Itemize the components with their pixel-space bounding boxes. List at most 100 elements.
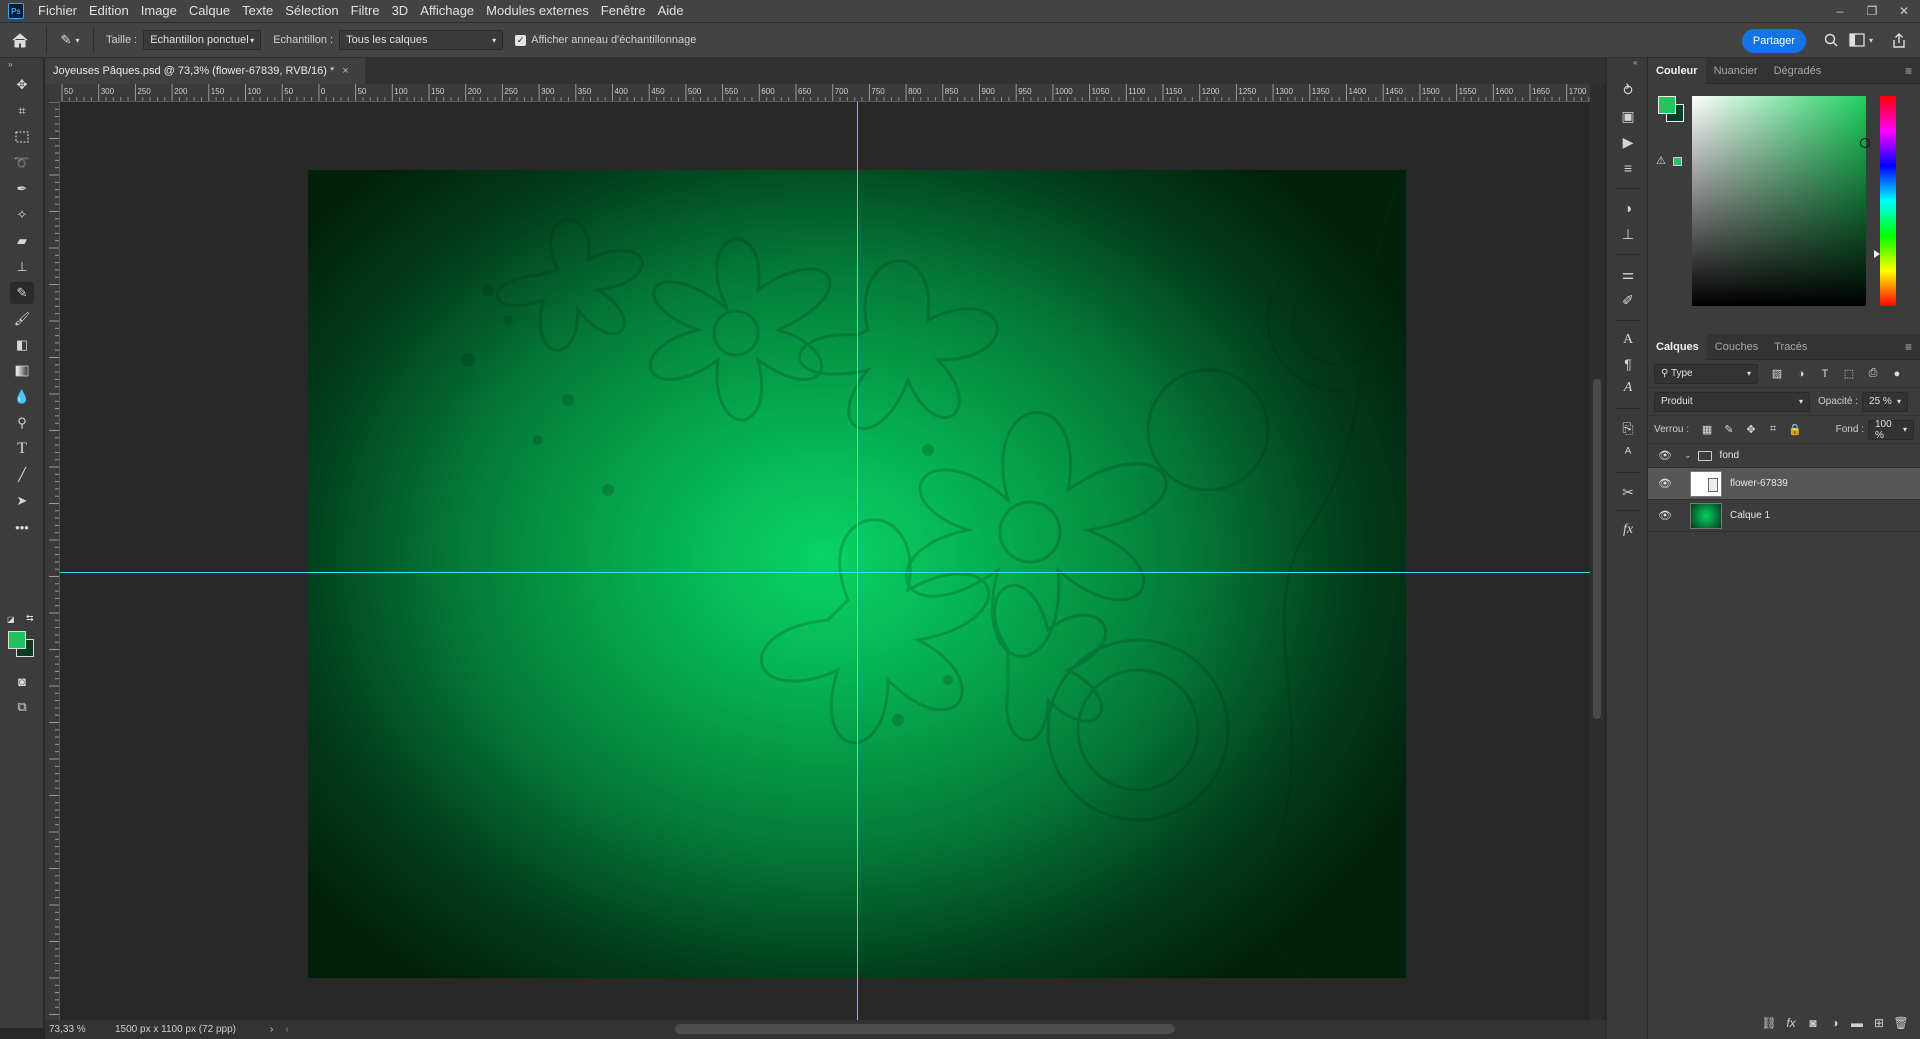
menu-filtre[interactable]: Filtre — [345, 0, 386, 22]
actions-play-icon[interactable]: ▶ — [1618, 132, 1638, 152]
clone-source-icon[interactable]: ⎘ — [1618, 418, 1638, 438]
link-layers-icon[interactable]: ⛓ — [1758, 1016, 1780, 1030]
brush-tool-icon[interactable]: 🖌 — [10, 308, 34, 330]
tab-calques[interactable]: Calques — [1648, 333, 1707, 360]
lock-transparency-icon[interactable]: ▦ — [1699, 422, 1715, 438]
paragraph-icon[interactable]: ¶ — [1618, 354, 1638, 374]
hue-slider-marker[interactable] — [1874, 250, 1880, 258]
sampling-ring-checkbox[interactable]: ✓ — [515, 34, 527, 46]
scroll-left-icon[interactable]: ‹ — [285, 1024, 288, 1035]
filter-toggle-icon[interactable]: ● — [1888, 365, 1906, 383]
filter-pixel-icon[interactable]: ▨ — [1768, 365, 1786, 383]
document-tab[interactable]: Joyeuses Pâques.psd @ 73,3% (flower-6783… — [45, 58, 365, 84]
fill-input[interactable]: 100 % ▾ — [1868, 419, 1914, 441]
minimize-icon[interactable]: – — [1824, 0, 1856, 22]
search-icon[interactable] — [1822, 31, 1840, 49]
color-picker-cursor[interactable] — [1860, 138, 1870, 148]
ruler-corner[interactable] — [45, 84, 60, 102]
blur-tool-icon[interactable]: 💧 — [10, 386, 34, 408]
zoom-level[interactable]: 73,33 % — [45, 1024, 105, 1035]
vertical-guide[interactable] — [857, 102, 858, 1020]
gamut-swatch[interactable] — [1673, 157, 1682, 166]
move-tool-icon[interactable]: ✥ — [10, 74, 34, 96]
menu-image[interactable]: Image — [135, 0, 183, 22]
horizontal-scrollbar-thumb[interactable] — [675, 1024, 1175, 1034]
tab-couleur[interactable]: Couleur — [1648, 57, 1706, 84]
character-styles-icon[interactable]: ᴬ — [1618, 442, 1638, 462]
hue-slider[interactable] — [1880, 96, 1896, 306]
color-picker-field[interactable] — [1692, 96, 1866, 306]
adjustments-icon[interactable]: ◑ — [1618, 198, 1638, 218]
eye-icon[interactable]: 👁 — [1654, 449, 1676, 462]
layer-flower-67839[interactable]: 👁 flower-67839 — [1648, 468, 1920, 500]
menu-fenetre[interactable]: Fenêtre — [595, 0, 652, 22]
eye-icon[interactable]: 👁 — [1654, 477, 1676, 490]
character-icon[interactable]: A — [1618, 330, 1638, 350]
filter-adjustment-icon[interactable]: ◑ — [1792, 365, 1810, 383]
lock-pixels-icon[interactable]: ✎ — [1721, 422, 1737, 438]
swap-colors-icon[interactable]: ⇆ — [26, 613, 34, 624]
menu-calque[interactable]: Calque — [183, 0, 236, 22]
foreground-color-swatch[interactable] — [8, 631, 26, 649]
eraser-tool-icon[interactable]: ◧ — [10, 334, 34, 356]
dodge-tool-icon[interactable]: ⚲ — [10, 412, 34, 434]
home-icon[interactable] — [0, 23, 40, 57]
screen-mode-icon[interactable]: ⧉ — [10, 696, 34, 718]
pen-tool-icon[interactable]: ✒ — [10, 178, 34, 200]
sample-layers-select[interactable]: Tous les calques ▾ — [339, 30, 504, 50]
dock-collapse-icon[interactable]: « — [1633, 58, 1637, 67]
menu-modules-externes[interactable]: Modules externes — [480, 0, 595, 22]
opacity-input[interactable]: 25 % ▾ — [1862, 391, 1909, 412]
horizontal-guide[interactable] — [60, 572, 1590, 573]
filter-type-icon[interactable]: T — [1816, 365, 1834, 383]
status-menu-icon[interactable]: › — [270, 1024, 273, 1035]
brush-settings-icon[interactable]: ✐ — [1618, 290, 1638, 310]
tab-couches[interactable]: Couches — [1707, 334, 1766, 360]
filter-smart-object-icon[interactable]: ⎙ — [1864, 365, 1882, 383]
horizontal-ruler[interactable]: 50 300 250 200 150 100 50 0 50 100 150 200 250 300 350… — [60, 84, 1590, 102]
crop-tool-icon[interactable]: ⌗ — [10, 100, 34, 122]
type-tool-icon[interactable]: T — [10, 438, 34, 460]
stamp-presets-icon[interactable]: ⊥ — [1618, 224, 1638, 244]
add-mask-icon[interactable]: ◙ — [1802, 1016, 1824, 1030]
marquee-tool-icon[interactable] — [10, 126, 34, 148]
share-button[interactable]: Partager — [1742, 29, 1806, 53]
photoshop-logo-icon[interactable]: Ps — [8, 3, 24, 19]
stamp-tool-icon[interactable]: ⊥ — [10, 256, 34, 278]
fx-styles-icon[interactable]: fx — [1618, 520, 1638, 540]
blend-mode-select[interactable]: Produit ▾ — [1654, 391, 1810, 412]
default-colors-icon[interactable]: ◪ — [7, 615, 15, 624]
quick-selection-tool-icon[interactable]: ✧ — [10, 204, 34, 226]
menu-texte[interactable]: Texte — [236, 0, 279, 22]
tools-scissors-icon[interactable]: ✂ — [1618, 482, 1638, 502]
new-layer-icon[interactable]: ⊞ — [1868, 1016, 1890, 1030]
panel-menu-icon[interactable]: ≡ — [1905, 340, 1912, 354]
tab-degrades[interactable]: Dégradés — [1766, 58, 1830, 84]
document-info[interactable]: 1500 px x 1100 px (72 ppp) — [115, 1024, 270, 1035]
vertical-scrollbar-thumb[interactable] — [1593, 379, 1601, 719]
healing-brush-icon[interactable]: ▰ — [10, 230, 34, 252]
vertical-scrollbar[interactable] — [1590, 84, 1604, 1020]
lock-artboard-icon[interactable]: ⌗ — [1765, 422, 1781, 438]
layer-filter-select[interactable]: ⚲ Type ▾ — [1654, 363, 1758, 384]
fx-icon[interactable]: fx — [1780, 1016, 1802, 1030]
lock-all-icon[interactable]: 🔒 — [1787, 422, 1803, 438]
glyphs-icon[interactable]: A — [1618, 378, 1638, 398]
color-panel-foreground-swatch[interactable] — [1658, 96, 1676, 114]
sample-size-select[interactable]: Echantillon ponctuel ▾ — [143, 30, 262, 50]
adjustment-layer-icon[interactable]: ◑ — [1824, 1016, 1846, 1030]
layer-group-fond[interactable]: 👁 ⌄ fond — [1648, 444, 1920, 468]
lasso-tool-icon[interactable]: ➰ — [10, 152, 34, 174]
chevron-down-icon[interactable]: ▾ — [1862, 31, 1880, 49]
history-icon[interactable]: ⥁ — [1618, 80, 1638, 100]
gradient-tool-icon[interactable] — [10, 360, 34, 382]
path-selection-tool-icon[interactable]: ➤ — [10, 490, 34, 512]
tab-traces[interactable]: Tracés — [1766, 334, 1815, 360]
close-tab-icon[interactable]: × — [342, 65, 348, 77]
tab-nuancier[interactable]: Nuancier — [1706, 58, 1766, 84]
tool-presets-icon[interactable]: ⚌ — [1618, 264, 1638, 284]
menu-edition[interactable]: Edition — [83, 0, 135, 22]
menu-aide[interactable]: Aide — [652, 0, 690, 22]
canvas-area[interactable] — [60, 102, 1590, 1020]
share-export-icon[interactable] — [1890, 31, 1908, 49]
